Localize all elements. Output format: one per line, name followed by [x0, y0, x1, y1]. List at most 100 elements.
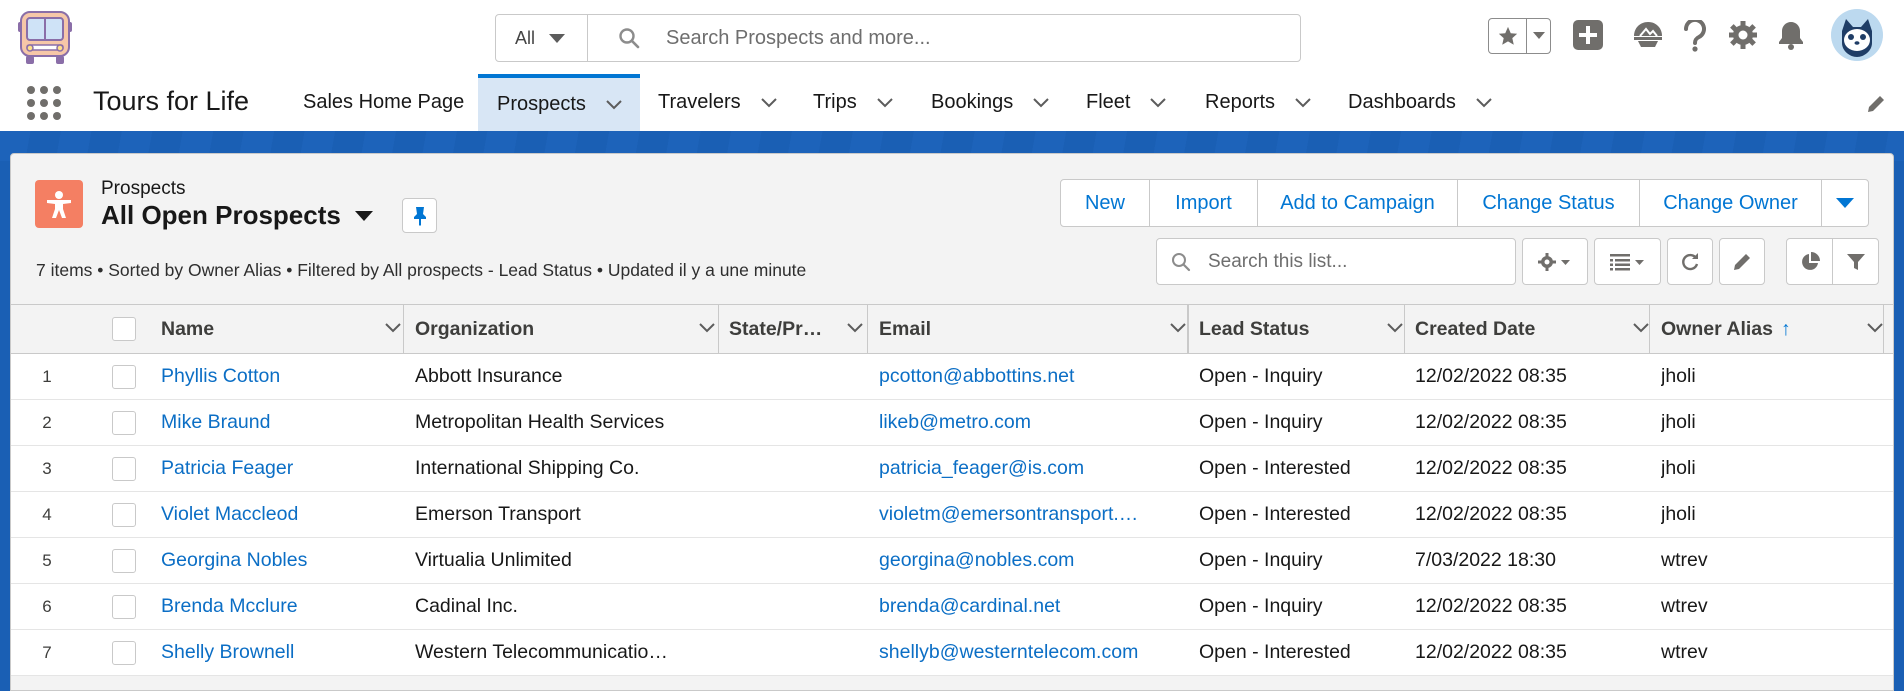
- chevron-down-icon[interactable]: [1867, 323, 1883, 333]
- row-checkbox[interactable]: [112, 538, 136, 583]
- bell-icon[interactable]: [1777, 20, 1805, 55]
- column-header-lead-status[interactable]: Lead Status: [1199, 305, 1415, 353]
- state-cell: [729, 400, 865, 445]
- prospect-name-link[interactable]: Georgina Nobles: [161, 538, 401, 583]
- display-as-button[interactable]: [1594, 238, 1661, 285]
- row-checkbox[interactable]: [112, 446, 136, 491]
- chevron-down-icon[interactable]: [1150, 97, 1167, 108]
- owner-alias-cell: jholi: [1661, 503, 1696, 525]
- chevron-down-icon[interactable]: [1633, 323, 1649, 333]
- inline-edit-button[interactable]: [1719, 238, 1765, 285]
- help-icon[interactable]: [1683, 17, 1707, 57]
- column-header-label: Email: [879, 317, 932, 340]
- prospect-name-link[interactable]: Patricia Feager: [161, 446, 401, 491]
- prospect-name-link[interactable]: Violet Maccleod: [161, 492, 401, 537]
- chevron-down-icon[interactable]: [1527, 19, 1550, 53]
- table-row[interactable]: 2 Mike Braund Metropolitan Health Servic…: [11, 400, 1893, 446]
- table-row[interactable]: 7 Shelly Brownell Western Telecommunicat…: [11, 630, 1893, 676]
- star-icon[interactable]: [1489, 19, 1527, 53]
- list-view-title[interactable]: All Open Prospects: [101, 200, 373, 231]
- chevron-down-icon[interactable]: [1387, 323, 1403, 333]
- new-button[interactable]: New: [1061, 180, 1150, 226]
- pin-list-view-button[interactable]: [402, 198, 437, 233]
- chart-icon[interactable]: [1787, 239, 1833, 284]
- chevron-down-icon[interactable]: [385, 323, 401, 333]
- app-launcher-icon[interactable]: [27, 86, 61, 120]
- owner-alias-cell: wtrev: [1661, 641, 1708, 663]
- pin-icon: [413, 206, 426, 226]
- table-row[interactable]: 4 Violet Maccleod Emerson Transport viol…: [11, 492, 1893, 538]
- list-search-input[interactable]: Search this list...: [1156, 238, 1516, 285]
- edit-nav-pencil-icon[interactable]: [1866, 94, 1886, 119]
- email-link[interactable]: likeb@metro.com: [879, 400, 1184, 445]
- nav-item-reports[interactable]: Reports: [1205, 74, 1311, 131]
- favorites-button[interactable]: [1488, 18, 1551, 54]
- email-link[interactable]: pcotton@abbottins.net: [879, 354, 1184, 399]
- search-scope-dropdown[interactable]: All: [496, 15, 588, 61]
- column-header-name[interactable]: Name: [161, 305, 413, 353]
- global-actions-plus-icon[interactable]: [1573, 20, 1603, 55]
- global-search[interactable]: All Search Prospects and more...: [495, 14, 1301, 62]
- trailhead-icon[interactable]: [1632, 20, 1664, 55]
- list-view-controls-button[interactable]: [1522, 238, 1588, 285]
- chevron-down-icon[interactable]: [876, 97, 893, 108]
- chevron-down-icon[interactable]: [847, 323, 863, 333]
- chevron-down-icon[interactable]: [1476, 97, 1492, 108]
- row-checkbox[interactable]: [112, 400, 136, 445]
- column-header-email[interactable]: Email: [879, 305, 1198, 353]
- email-link[interactable]: shellyb@westerntelecom.com: [879, 630, 1184, 675]
- table-row[interactable]: 5 Georgina Nobles Virtualia Unlimited ge…: [11, 538, 1893, 584]
- global-header: All Search Prospects and more...: [0, 0, 1904, 74]
- chevron-down-icon[interactable]: [1295, 97, 1311, 108]
- import-button[interactable]: Import: [1150, 180, 1258, 226]
- chevron-down-icon[interactable]: [606, 99, 622, 110]
- nav-item-prospects[interactable]: Prospects: [478, 74, 640, 131]
- caret-down-icon[interactable]: [354, 210, 373, 221]
- global-search-input[interactable]: Search Prospects and more...: [588, 15, 1300, 61]
- table-row[interactable]: 6 Brenda Mcclure Cadinal Inc. brenda@car…: [11, 584, 1893, 630]
- chevron-down-icon[interactable]: [699, 323, 715, 333]
- column-header-state[interactable]: State/Pr…: [729, 305, 875, 353]
- column-header-label: Owner Alias: [1661, 317, 1773, 340]
- filter-icon[interactable]: [1833, 239, 1878, 284]
- email-link[interactable]: patricia_feager@is.com: [879, 446, 1184, 491]
- prospect-name-link[interactable]: Phyllis Cotton: [161, 354, 401, 399]
- email-link[interactable]: georgina@nobles.com: [879, 538, 1184, 583]
- lead-status-cell: Open - Inquiry: [1199, 595, 1323, 617]
- more-actions-button[interactable]: [1822, 180, 1868, 226]
- row-checkbox[interactable]: [112, 584, 136, 629]
- add-to-campaign-button[interactable]: Add to Campaign: [1258, 180, 1458, 226]
- email-link[interactable]: brenda@cardinal.net: [879, 584, 1184, 629]
- chevron-down-icon[interactable]: [1170, 323, 1186, 333]
- bus-logo-icon[interactable]: [16, 8, 74, 68]
- table-row[interactable]: 1 Phyllis Cotton Abbott Insurance pcotto…: [11, 354, 1893, 400]
- email-link[interactable]: violetm@emersontransport.…: [879, 492, 1184, 537]
- chevron-down-icon[interactable]: [1033, 97, 1049, 108]
- gear-icon[interactable]: [1728, 20, 1758, 55]
- nav-item-label: Trips: [813, 91, 857, 113]
- change-status-button[interactable]: Change Status: [1458, 180, 1640, 226]
- prospect-name-link[interactable]: Brenda Mcclure: [161, 584, 401, 629]
- select-all-checkbox[interactable]: [112, 305, 136, 353]
- refresh-button[interactable]: [1667, 238, 1713, 285]
- table-row[interactable]: 3 Patricia Feager International Shipping…: [11, 446, 1893, 492]
- prospect-name-link[interactable]: Shelly Brownell: [161, 630, 401, 675]
- nav-item-label: Bookings: [931, 91, 1014, 113]
- row-checkbox[interactable]: [112, 492, 136, 537]
- nav-item-travelers[interactable]: Travelers: [658, 74, 777, 131]
- change-owner-button[interactable]: Change Owner: [1640, 180, 1822, 226]
- prospect-name-link[interactable]: Mike Braund: [161, 400, 401, 445]
- nav-item-fleet[interactable]: Fleet: [1086, 74, 1167, 131]
- column-header-organization[interactable]: Organization: [415, 305, 727, 353]
- column-header-created-date[interactable]: Created Date: [1415, 305, 1661, 353]
- row-checkbox[interactable]: [112, 354, 136, 399]
- nav-item-bookings[interactable]: Bookings: [931, 74, 1049, 131]
- column-header-owner-alias[interactable]: Owner Alias ↑: [1661, 305, 1893, 353]
- nav-item-sales-home-page[interactable]: Sales Home Page: [303, 74, 464, 131]
- chevron-down-icon[interactable]: [760, 97, 777, 108]
- row-checkbox[interactable]: [112, 630, 136, 675]
- column-header-label: Name: [161, 317, 215, 340]
- user-avatar[interactable]: [1831, 9, 1883, 61]
- nav-item-trips[interactable]: Trips: [813, 74, 893, 131]
- nav-item-dashboards[interactable]: Dashboards: [1348, 74, 1492, 131]
